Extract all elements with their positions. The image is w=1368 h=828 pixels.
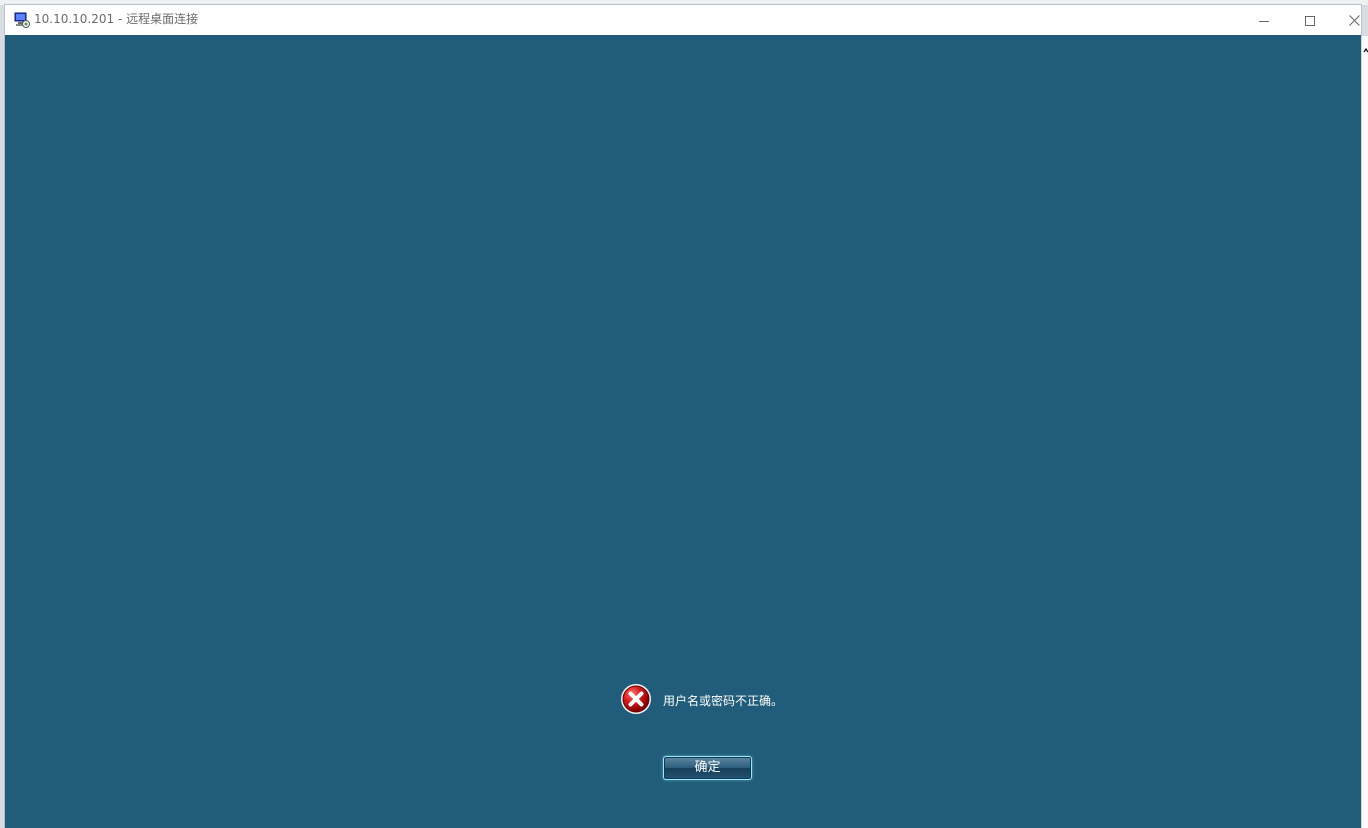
- error-message: 用户名或密码不正确。: [663, 694, 784, 708]
- window-titlebar[interactable]: 10.10.10.201 - 远程桌面连接: [5, 5, 1361, 35]
- error-icon: [620, 683, 652, 715]
- maximize-button[interactable]: [1287, 5, 1333, 35]
- close-icon: [1348, 11, 1360, 30]
- maximize-icon: [1305, 11, 1315, 30]
- remote-desktop-window: 10.10.10.201 - 远程桌面连接 用户名或密码不正确。 确定: [5, 5, 1361, 828]
- right-scrollbar[interactable]: [1361, 36, 1368, 828]
- remote-desktop-icon: [14, 12, 30, 28]
- remote-desktop-screen[interactable]: 用户名或密码不正确。 确定: [5, 35, 1361, 828]
- ok-button[interactable]: 确定: [663, 756, 752, 780]
- scroll-up-icon: [1363, 39, 1368, 53]
- window-title: 10.10.10.201 - 远程桌面连接: [34, 12, 199, 26]
- close-button[interactable]: [1331, 5, 1368, 35]
- minimize-icon: [1259, 11, 1269, 30]
- minimize-button[interactable]: [1241, 5, 1287, 35]
